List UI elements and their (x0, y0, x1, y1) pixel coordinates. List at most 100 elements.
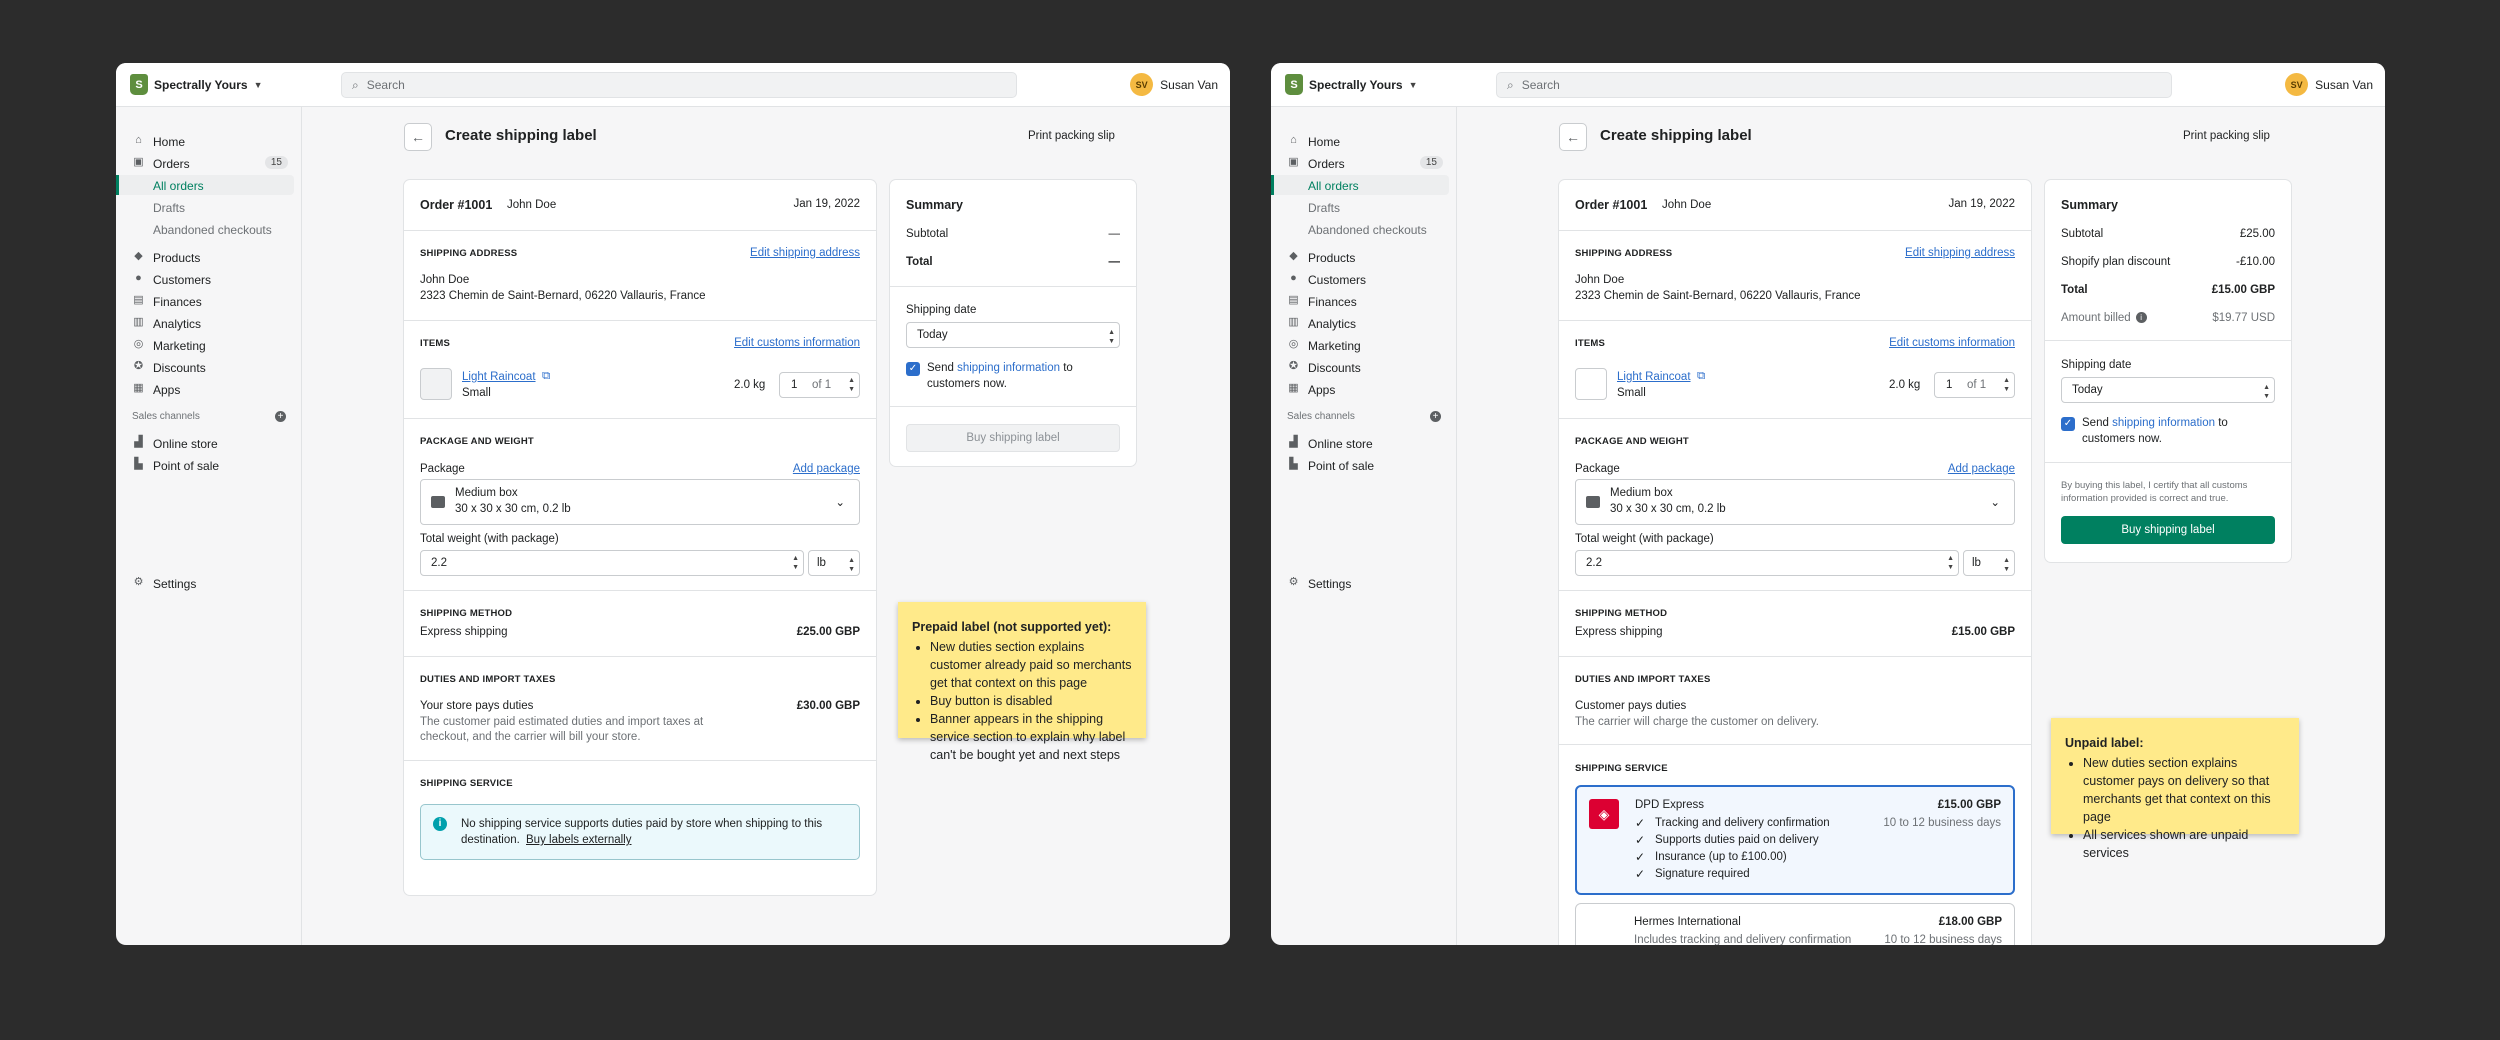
total-weight-label: Total weight (with package) (420, 533, 559, 545)
external-link-icon[interactable]: ⧉ (542, 370, 550, 383)
shipping-information-link[interactable]: shipping information (2112, 417, 2215, 429)
add-channel-icon[interactable]: + (1430, 411, 1441, 422)
shipping-date-select[interactable]: Today ▲ ▼ (2061, 377, 2275, 403)
store-switcher[interactable]: S Spectrally Yours ▼ (130, 74, 263, 95)
package-select[interactable]: Medium box 30 x 30 x 30 cm, 0.2 lb ⌄ (1575, 479, 2015, 525)
stepper-arrows-icon[interactable]: ▲ ▼ (1947, 554, 1954, 572)
sidebar-item-abandoned[interactable]: Abandoned checkouts (116, 219, 294, 239)
chevron-down-icon: ▼ (1408, 79, 1418, 90)
user-menu[interactable]: SV Susan Van (1130, 73, 1218, 96)
send-info-checkbox[interactable]: ✓ (906, 362, 920, 376)
total-weight-input[interactable]: 2.2 ▲ ▼ (420, 550, 804, 576)
shipping-method-price: £25.00 GBP (796, 626, 860, 638)
sidebar-item-point-of-sale[interactable]: ▙ Point of sale (116, 455, 294, 475)
sidebar-item-all-orders[interactable]: All orders (116, 175, 294, 195)
chevron-down-icon: ▼ (253, 79, 263, 90)
back-button[interactable]: ← (1559, 123, 1587, 151)
sidebar-item-marketing[interactable]: ◎ Marketing (1271, 335, 1449, 355)
send-info-checkbox[interactable]: ✓ (2061, 417, 2075, 431)
avatar: SV (2285, 73, 2309, 96)
duties-title: Your store pays duties (420, 700, 534, 712)
sidebar-item-home[interactable]: ⌂ Home (116, 131, 294, 151)
item-weight: 2.0 kg (734, 379, 766, 391)
sidebar-item-customers[interactable]: ● Customers (116, 269, 294, 289)
sidebar-item-finances[interactable]: ▤ Finances (116, 291, 294, 311)
sidebar-item-analytics[interactable]: ▥ Analytics (116, 313, 294, 333)
buy-shipping-label-button[interactable]: Buy shipping label (2061, 516, 2275, 544)
sidebar-item-drafts[interactable]: Drafts (116, 197, 294, 217)
sidebar-item-orders[interactable]: ▣ Orders 15 (1271, 153, 1449, 173)
total-weight-input[interactable]: 2.2 ▲ ▼ (1575, 550, 1959, 576)
bar-chart-icon: ▥ (1288, 316, 1299, 328)
sidebar-item-apps[interactable]: ▦ Apps (1271, 379, 1449, 399)
weight-unit-select[interactable]: lb ▲ ▼ (1963, 550, 2015, 576)
check-icon: ✓ (1635, 816, 1646, 830)
sidebar: ⌂ Home ▣ Orders 15 All orders Drafts Abando… (116, 107, 302, 945)
shipping-information-link[interactable]: shipping information (957, 362, 1060, 374)
sidebar-item-apps[interactable]: ▦ Apps (116, 379, 294, 399)
sidebar-item-customers[interactable]: ● Customers (1271, 269, 1449, 289)
sidebar-item-discounts[interactable]: ✪ Discounts (116, 357, 294, 377)
print-packing-slip-button[interactable]: Print packing slip (2183, 130, 2270, 142)
info-icon[interactable]: i (2135, 312, 2147, 324)
store-switcher[interactable]: S Spectrally Yours ▼ (1285, 74, 1418, 95)
sidebar-item-drafts[interactable]: Drafts (1271, 197, 1449, 217)
service-option-hermes[interactable]: Hermes International £18.00 GBP Includes… (1575, 903, 2015, 945)
sidebar-item-products[interactable]: ◆ Products (1271, 247, 1449, 267)
edit-customs-link[interactable]: Edit customs information (1889, 337, 2015, 349)
quantity-stepper[interactable]: 1 of 1 ▲ ▼ (779, 372, 860, 398)
buy-externally-link[interactable]: Buy labels externally (526, 834, 631, 846)
stepper-arrows-icon[interactable]: ▲ ▼ (848, 376, 855, 394)
edit-shipping-address-link[interactable]: Edit shipping address (1905, 247, 2015, 259)
product-link[interactable]: Light Raincoat (1617, 371, 1691, 383)
back-button[interactable]: ← (404, 123, 432, 151)
quantity-stepper[interactable]: 1 of 1 ▲ ▼ (1934, 372, 2015, 398)
home-icon: ⌂ (1290, 134, 1297, 146)
duties-heading: DUTIES AND IMPORT TAXES (420, 674, 556, 685)
sidebar-item-marketing[interactable]: ◎ Marketing (116, 335, 294, 355)
add-package-link[interactable]: Add package (793, 463, 860, 475)
search-input[interactable]: ⌕ Search (1496, 72, 2172, 98)
stepper-arrows-icon[interactable]: ▲ ▼ (792, 554, 799, 572)
sticky-bullet: New duties section explains customer alr… (930, 638, 1132, 692)
bar-chart-icon: ▥ (133, 316, 144, 328)
sidebar-item-online-store[interactable]: ▟ Online store (1271, 433, 1449, 453)
add-channel-icon[interactable]: + (275, 411, 286, 422)
weight-unit-select[interactable]: lb ▲ ▼ (808, 550, 860, 576)
address-name: John Doe (420, 274, 470, 286)
product-link[interactable]: Light Raincoat (462, 371, 536, 383)
sidebar-item-discounts[interactable]: ✪ Discounts (1271, 357, 1449, 377)
check-icon: ✓ (1635, 833, 1646, 847)
external-link-icon[interactable]: ⧉ (1697, 370, 1705, 383)
edit-customs-link[interactable]: Edit customs information (734, 337, 860, 349)
search-input[interactable]: ⌕ Search (341, 72, 1017, 98)
target-icon: ◎ (133, 338, 144, 350)
stepper-arrows-icon[interactable]: ▲ ▼ (2003, 376, 2010, 394)
package-select[interactable]: Medium box 30 x 30 x 30 cm, 0.2 lb ⌄ (420, 479, 860, 525)
service-option-dpd[interactable]: ◈ DPD Express £15.00 GBP 10 to 12 busine… (1575, 785, 2015, 895)
print-packing-slip-button[interactable]: Print packing slip (1028, 130, 1115, 142)
search-icon: ⌕ (352, 77, 359, 92)
sidebar-item-analytics[interactable]: ▥ Analytics (1271, 313, 1449, 333)
discount-label: Shopify plan discount (2061, 256, 2171, 268)
sidebar-item-online-store[interactable]: ▟ Online store (116, 433, 294, 453)
sidebar-item-all-orders[interactable]: All orders (1271, 175, 1449, 195)
sidebar-item-settings[interactable]: ⚙ Settings (1271, 573, 1449, 593)
duties-desc-1: The customer paid estimated duties and i… (420, 716, 704, 728)
sidebar-item-point-of-sale[interactable]: ▙ Point of sale (1271, 455, 1449, 475)
product-variant: Small (462, 387, 491, 399)
sidebar-item-products[interactable]: ◆ Products (116, 247, 294, 267)
search-placeholder: Search (366, 78, 405, 92)
buy-shipping-label-button[interactable]: Buy shipping label (906, 424, 1120, 452)
sidebar-item-orders[interactable]: ▣ Orders 15 (116, 153, 294, 173)
page-title: Create shipping label (1600, 127, 1752, 144)
user-menu[interactable]: SV Susan Van (2285, 73, 2373, 96)
search-icon: ⌕ (1507, 77, 1514, 92)
sidebar-item-abandoned[interactable]: Abandoned checkouts (1271, 219, 1449, 239)
add-package-link[interactable]: Add package (1948, 463, 2015, 475)
sidebar-item-home[interactable]: ⌂ Home (1271, 131, 1449, 151)
edit-shipping-address-link[interactable]: Edit shipping address (750, 247, 860, 259)
sidebar-item-settings[interactable]: ⚙ Settings (116, 573, 294, 593)
shipping-date-select[interactable]: Today ▲ ▼ (906, 322, 1120, 348)
sidebar-item-finances[interactable]: ▤ Finances (1271, 291, 1449, 311)
